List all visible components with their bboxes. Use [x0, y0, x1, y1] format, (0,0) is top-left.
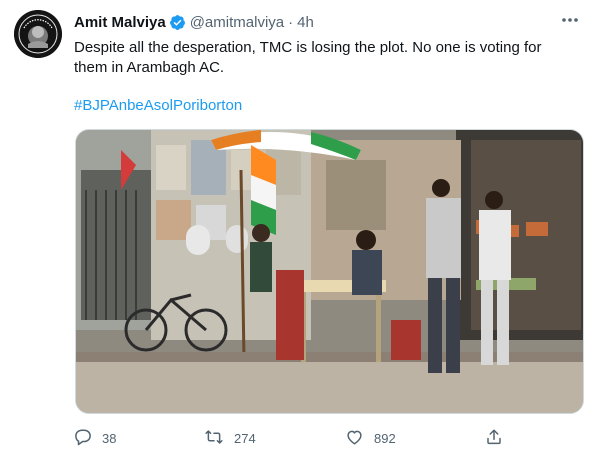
reply-icon: [74, 428, 102, 449]
author-handle[interactable]: @amitmalviya: [190, 14, 284, 31]
reply-count: 38: [102, 430, 117, 446]
avatar[interactable]: [14, 10, 62, 58]
tweet-text: Despite all the desperation, TMC is losi…: [74, 39, 542, 76]
more-icon[interactable]: [558, 10, 582, 30]
share-button[interactable]: [485, 426, 513, 450]
like-count: 892: [374, 430, 396, 446]
retweet-button[interactable]: 274: [204, 426, 256, 450]
retweet-icon: [204, 428, 234, 449]
separator-dot: ·: [288, 13, 294, 31]
timestamp[interactable]: 4h: [297, 14, 314, 31]
avatar-image: [14, 10, 62, 58]
reply-button[interactable]: 38: [74, 426, 116, 450]
tweet: Amit Malviya @amitmalviya · 4h Despite a…: [0, 0, 600, 456]
tweet-photo[interactable]: [75, 129, 584, 414]
retweet-count: 274: [234, 430, 256, 446]
tweet-header: Amit Malviya @amitmalviya · 4h: [74, 12, 314, 32]
like-button[interactable]: 892: [345, 426, 396, 450]
hashtag-link[interactable]: #BJPAnbeAsolPoriborton: [74, 96, 242, 116]
author-name[interactable]: Amit Malviya: [74, 14, 166, 31]
like-icon: [345, 428, 374, 449]
street-scene-image: [76, 130, 583, 413]
tweet-actions: 38 274 892: [74, 426, 514, 450]
verified-badge-icon: [169, 14, 186, 31]
share-icon: [485, 428, 513, 449]
